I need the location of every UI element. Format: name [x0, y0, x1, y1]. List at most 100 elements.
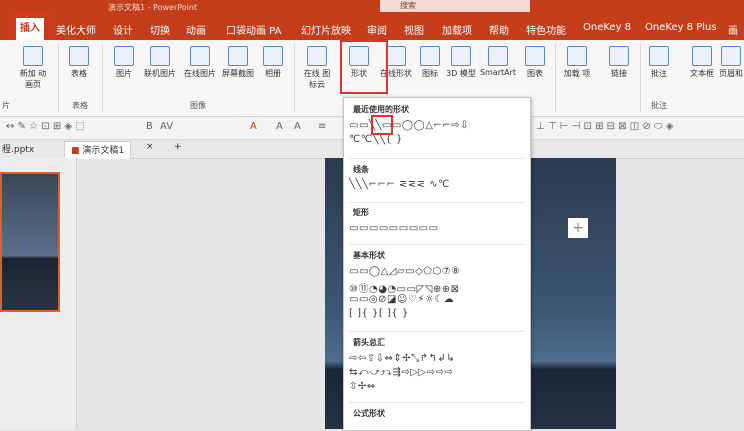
comment-button[interactable]: 批注	[644, 46, 674, 79]
table-button[interactable]: 表格	[64, 46, 94, 79]
ribbon-divider	[294, 44, 295, 112]
shapes-dropdown: 最近使用的形状 ▭▭╲╲▭▭◯◯△⌐⌐⇨⇩ ℃℃╲╲{ } 线条 ╲╲╲⌐⌐⌐ …	[343, 97, 531, 431]
group-slides-label: 片	[2, 101, 10, 110]
lines-row[interactable]: ╲╲╲⌐⌐⌐ ⋜⋜⋜ ∿℃	[349, 179, 450, 190]
link-button[interactable]: 链接	[604, 46, 634, 79]
bold-button[interactable]: B	[146, 121, 153, 132]
3d-models-button[interactable]: 3D 模型	[446, 46, 476, 79]
tab-onekey8plus[interactable]: OneKey 8 Plus	[645, 22, 717, 33]
cloud-icon	[307, 46, 327, 66]
bar-chart-icon	[525, 46, 545, 66]
online-icon-cloud-button[interactable]: 在线 图标云	[300, 46, 334, 90]
arrows-row[interactable]: ⇨⇦⇧⇩⇔⇕✢⤡↱↰↲↳	[349, 353, 455, 364]
tab-animations[interactable]: 动画	[186, 22, 206, 37]
tab-pocket-animation[interactable]: 口袋动画 PA	[226, 22, 281, 37]
highlight-line-shape	[371, 115, 393, 135]
ribbon-divider	[102, 44, 103, 112]
web-picture-icon	[190, 46, 210, 66]
group-images-label: 图像	[190, 101, 206, 110]
add-placeholder-icon[interactable]: +	[568, 218, 588, 238]
tab-slideshow[interactable]: 幻灯片放映	[301, 22, 351, 37]
section-recent-shapes: 最近使用的形状	[353, 105, 409, 114]
addins-button[interactable]: 加载 项	[562, 46, 592, 79]
header-footer-button[interactable]: 页眉和	[718, 46, 744, 79]
close-tab-icon[interactable]: ×	[146, 142, 154, 152]
table-icon	[69, 46, 89, 66]
tab-review[interactable]: 审阅	[367, 22, 387, 37]
window-title: 演示文稿1 - PowerPoint	[108, 3, 198, 12]
online-picture-icon	[150, 46, 170, 66]
ribbon-divider	[640, 44, 641, 112]
album-icon	[263, 46, 283, 66]
shrink-font-button[interactable]: A	[294, 121, 301, 132]
tab-draw[interactable]: 画	[728, 22, 738, 37]
doc-tab-file[interactable]: 程.pptx	[2, 142, 34, 155]
new-animation-page-button[interactable]: 新加 动画页	[18, 46, 48, 90]
tab-help[interactable]: 帮助	[489, 22, 509, 37]
add-tab-icon[interactable]: +	[174, 142, 182, 152]
doc-tab-active[interactable]: ■ 演示文稿1	[64, 141, 132, 159]
textbox-icon	[692, 46, 712, 66]
picture-button[interactable]: 图片	[110, 46, 138, 79]
screenshot-button[interactable]: 屏幕截图	[218, 46, 258, 79]
tab-view[interactable]: 视图	[404, 22, 424, 37]
format-toolbar-icons: ↔ ✎ ☆ ⊡ ⊞ ◈ ⬚	[6, 121, 85, 132]
ribbon-divider	[58, 44, 59, 112]
slide-thumbnail-pane	[0, 158, 77, 429]
align-button[interactable]: ≡	[318, 121, 326, 132]
online-picture-button[interactable]: 联机图片	[140, 46, 180, 79]
textbox-button[interactable]: 文本框	[686, 46, 718, 79]
ppt-icon: ■	[71, 146, 83, 156]
section-divider	[349, 202, 525, 203]
section-divider	[349, 402, 525, 403]
basic-shapes-row[interactable]: ▭▭◯△◿▱▭◇⬠⬡⑦⑧	[349, 266, 461, 277]
spacing-button[interactable]: AV	[160, 121, 173, 132]
slide-icon	[23, 46, 43, 66]
online-shapes-icon	[386, 46, 406, 66]
chart-button[interactable]: 图表	[522, 46, 548, 79]
section-divider	[349, 158, 525, 159]
font-color-button[interactable]: A	[250, 121, 257, 132]
web-picture-button[interactable]: 在线图片	[180, 46, 220, 79]
smartart-button[interactable]: SmartArt	[478, 46, 518, 77]
header-footer-icon	[721, 46, 741, 66]
search-placeholder: 搜索	[400, 1, 416, 10]
highlight-insert-tab	[12, 14, 52, 43]
icon-gallery-icon	[420, 46, 440, 66]
basic-shapes-row[interactable]: ⑩⑪◔◕◔▭▭◸◹⊕⊕⊠	[349, 280, 460, 295]
group-comments-label: 批注	[651, 101, 667, 110]
section-block-arrows: 箭头总汇	[353, 338, 385, 347]
ribbon-divider	[555, 44, 556, 112]
arrows-row[interactable]: ⇆⤺⤻⤴⤵⇶⇨▷▷⇨⇨⇨	[349, 367, 453, 378]
tab-transitions[interactable]: 切换	[150, 22, 170, 37]
grow-font-button[interactable]: A	[276, 121, 283, 132]
store-icon	[567, 46, 587, 66]
album-button[interactable]: 相册	[260, 46, 286, 79]
search-box[interactable]: 搜索	[380, 0, 530, 12]
arrows-row[interactable]: ⇳✢⇔	[349, 381, 376, 392]
basic-shapes-row[interactable]: [ ]{ }[ ]{ }	[349, 308, 409, 319]
cube-icon	[451, 46, 471, 66]
format-toolbar-right-icons: ⊥ ⊤ ⊢ ⊣ ⊡ ⊞ ⊟ ⊠ ◫ ⊘ ⬭ ◈	[536, 121, 674, 132]
tab-features[interactable]: 特色功能	[526, 22, 566, 37]
section-lines: 线条	[353, 165, 369, 174]
section-rectangles: 矩形	[353, 208, 369, 217]
group-table-label: 表格	[72, 101, 88, 110]
section-equation-shapes: 公式形状	[353, 409, 385, 418]
highlight-shapes-button	[340, 40, 388, 94]
recent-shapes-row[interactable]: ▭▭╲╲▭▭◯◯△⌐⌐⇨⇩	[349, 120, 469, 131]
section-basic-shapes: 基本形状	[353, 251, 385, 260]
picture-icon	[114, 46, 134, 66]
tab-meihua[interactable]: 美化大师	[56, 22, 96, 37]
basic-shapes-row[interactable]: ▭▭◎⊘◪☺♡⚡☼☾☁	[349, 294, 454, 305]
ribbon-tabs: 插入 美化大师 设计 切换 动画 口袋动画 PA 幻灯片放映 审阅 视图 加载项…	[0, 15, 744, 40]
tab-addins[interactable]: 加载项	[442, 22, 472, 37]
slide-thumbnail[interactable]	[0, 172, 60, 312]
comment-icon	[649, 46, 669, 66]
tab-design[interactable]: 设计	[113, 22, 133, 37]
icons-button[interactable]: 图标	[418, 46, 442, 79]
tab-onekey8[interactable]: OneKey 8	[583, 22, 631, 33]
recent-shapes-row[interactable]: ℃℃╲╲{ }	[349, 134, 403, 145]
link-icon	[609, 46, 629, 66]
rectangles-row[interactable]: ▭▭▭▭▭▭▭▭▭	[349, 223, 439, 234]
